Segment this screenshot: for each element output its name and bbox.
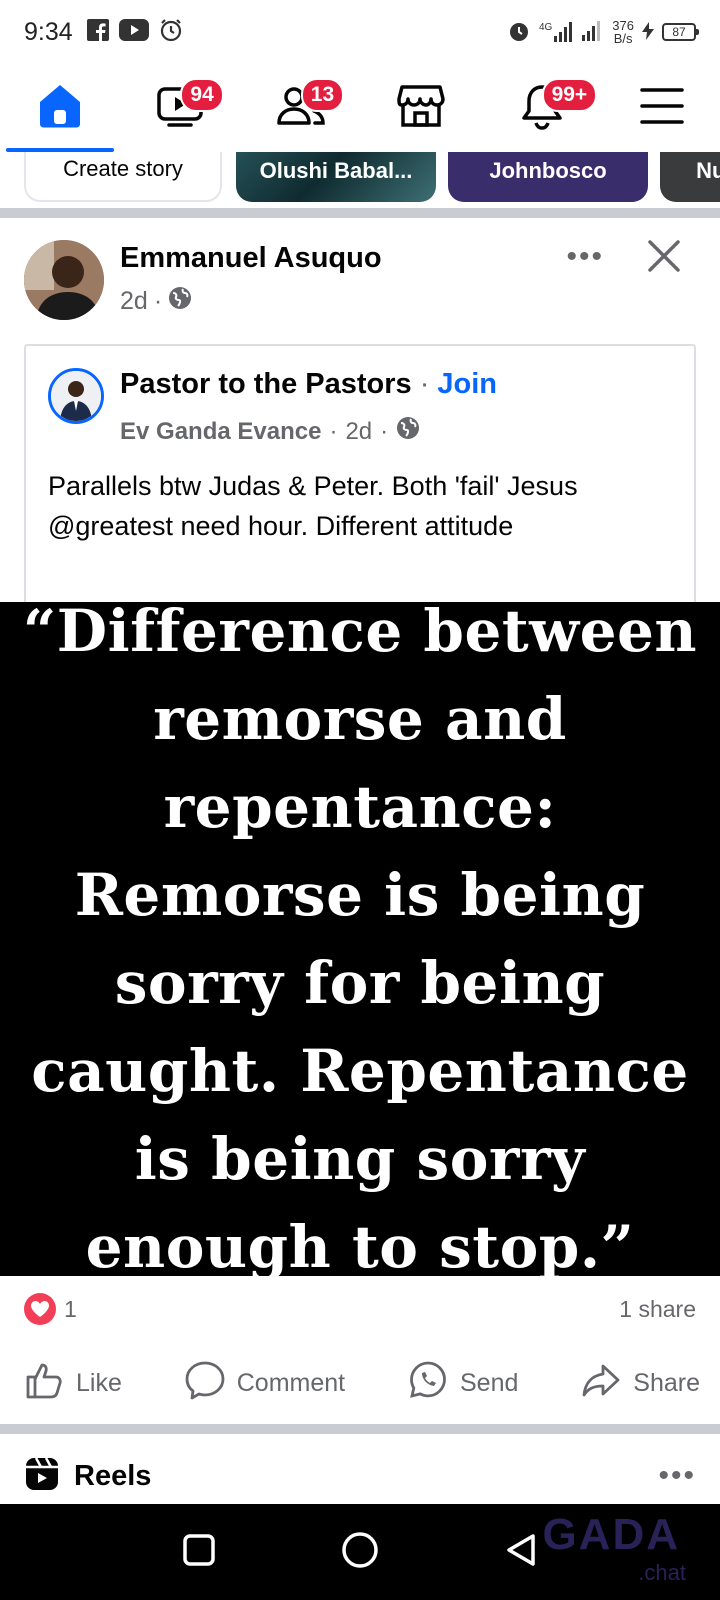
group-avatar[interactable] — [48, 368, 104, 424]
story-card[interactable]: Johnbosco — [448, 152, 648, 202]
battery-icon: 87 — [662, 23, 699, 41]
like-button[interactable]: Like — [24, 1360, 122, 1407]
top-nav: 94 13 99+ — [0, 64, 720, 152]
shared-meta: Ev Ganda Evance · 2d · — [120, 416, 420, 447]
post-time[interactable]: 2d — [120, 287, 148, 316]
status-time: 9:34 — [24, 17, 73, 46]
signal-icon — [582, 20, 604, 44]
love-reaction-icon[interactable] — [24, 1293, 56, 1325]
reels-header: Reels ••• — [24, 1446, 696, 1506]
thumbs-up-icon — [24, 1360, 64, 1407]
story-card[interactable]: Olushi Babal... — [236, 152, 436, 202]
section-divider — [0, 1424, 720, 1434]
reels-title[interactable]: Reels — [74, 1460, 151, 1493]
hamburger-menu-icon — [640, 86, 684, 131]
post-image[interactable]: “Difference between remorse and repentan… — [0, 597, 720, 1281]
post-actions: Like Comment Send Share — [24, 1358, 700, 1408]
alarm-icon — [159, 18, 183, 47]
author-avatar[interactable] — [24, 240, 104, 320]
stories-row: Create story Olushi Babal... Johnbosco N… — [0, 152, 720, 208]
video-badge: 94 — [180, 78, 224, 112]
whatsapp-icon — [408, 1360, 448, 1407]
globe-icon — [396, 416, 420, 447]
nav-home[interactable] — [30, 78, 90, 138]
join-group-link[interactable]: Join — [437, 368, 497, 401]
shared-time[interactable]: 2d — [345, 418, 372, 446]
story-card[interactable]: Nule — [660, 152, 720, 202]
watermark-logo: GADA — [542, 1510, 680, 1559]
author-name[interactable]: Emmanuel Asuquo — [120, 242, 382, 275]
comment-label: Comment — [236, 1368, 346, 1397]
share-arrow-icon — [581, 1360, 621, 1407]
story-create[interactable]: Create story — [24, 152, 222, 202]
charging-icon — [642, 21, 654, 43]
image-quote-text: “Difference between remorse and repentan… — [22, 597, 698, 1281]
status-bar: 9:34 4G 376 B/s 87 — [0, 0, 720, 64]
recents-button[interactable] — [181, 1532, 217, 1573]
signal-4g: 4G — [539, 22, 574, 42]
home-icon — [36, 82, 84, 135]
alarm-active-icon — [507, 19, 531, 46]
nav-marketplace[interactable] — [391, 78, 451, 138]
marketplace-icon — [396, 81, 446, 136]
nav-video[interactable]: 94 — [150, 78, 224, 138]
network-speed: 376 B/s — [612, 18, 634, 46]
post-more-button[interactable]: ••• — [566, 240, 604, 274]
comment-icon — [185, 1360, 225, 1407]
nav-friends[interactable]: 13 — [271, 78, 345, 138]
watermark-sub: .chat — [638, 1560, 686, 1585]
post-meta: 2d · — [120, 286, 192, 317]
nav-notifications[interactable]: 99+ — [512, 78, 598, 138]
reaction-count[interactable]: 1 — [64, 1296, 77, 1323]
youtube-icon — [118, 18, 149, 46]
reels-icon — [24, 1456, 60, 1497]
notifications-badge: 99+ — [541, 78, 598, 112]
close-icon — [644, 240, 684, 280]
hide-post-button[interactable] — [644, 236, 688, 280]
post-text: Parallels btw Judas & Peter. Both 'fail'… — [48, 471, 578, 541]
back-button[interactable] — [503, 1532, 539, 1573]
like-label: Like — [76, 1368, 122, 1397]
globe-icon — [168, 286, 192, 317]
reactions-row: 1 1 share — [24, 1292, 696, 1326]
home-button[interactable] — [340, 1530, 380, 1575]
share-count[interactable]: 1 share — [619, 1296, 696, 1323]
nav-menu[interactable] — [632, 78, 692, 138]
post-header: Emmanuel Asuquo 2d · ••• — [24, 240, 704, 320]
section-divider — [0, 208, 720, 218]
send-button[interactable]: Send — [408, 1360, 518, 1407]
send-label: Send — [460, 1368, 519, 1397]
group-name[interactable]: Pastor to the Pastors — [120, 368, 412, 401]
share-button[interactable]: Share — [581, 1360, 700, 1407]
share-label: Share — [633, 1368, 700, 1397]
friends-badge: 13 — [300, 78, 345, 112]
shared-post-card[interactable]: Pastor to the Pastors · Join Ev Ganda Ev… — [24, 344, 696, 604]
facebook-icon — [86, 18, 109, 46]
original-poster[interactable]: Ev Ganda Evance — [120, 418, 321, 446]
reels-more-button[interactable]: ••• — [658, 1459, 696, 1493]
comment-button[interactable]: Comment — [185, 1360, 345, 1407]
group-line: Pastor to the Pastors · Join — [120, 368, 497, 401]
